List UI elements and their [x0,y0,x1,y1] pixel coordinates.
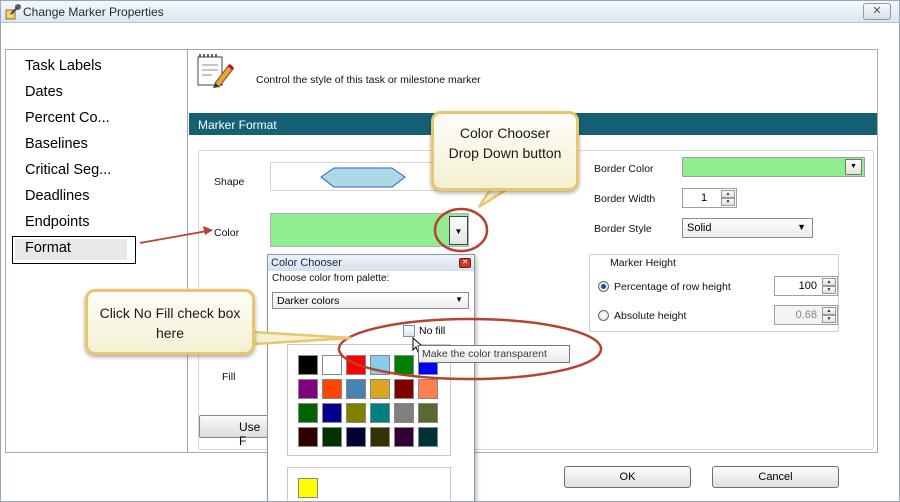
dialog-window: Change Marker Properties ✕ Task Labels D… [0,0,900,502]
border-color-label: Border Color [594,163,654,175]
window-close-button[interactable]: ✕ [863,3,891,20]
use-button-label: Use F [239,420,261,448]
no-fill-checkbox[interactable] [403,325,415,337]
chevron-down-icon[interactable]: ▼ [721,198,735,206]
title-bar: Change Marker Properties ✕ [1,1,899,23]
color-swatch[interactable] [370,379,390,399]
chevron-up-icon[interactable]: ▲ [822,307,836,315]
palette-select-value: Darker colors [277,295,340,307]
color-swatch[interactable] [394,403,414,423]
close-icon[interactable]: ✕ [459,258,471,268]
percentage-stepper[interactable]: 100 ▲ ▼ [774,276,838,296]
percentage-spin-buttons[interactable]: ▲ ▼ [822,278,836,294]
chevron-down-icon[interactable]: ▼ [822,286,836,294]
properties-wrench-icon [5,4,21,20]
border-width-value: 1 [701,192,708,204]
border-color-dropdown-button[interactable]: ▼ [845,159,862,175]
border-style-label: Border Style [594,223,652,235]
color-swatch[interactable] [298,427,318,447]
border-style-value: Solid [687,222,712,234]
sidebar-item-format[interactable]: Format [25,240,71,256]
sidebar-item-deadlines[interactable]: Deadlines [25,188,90,204]
no-fill-callout: Click No Fill check box here [85,289,255,355]
color-swatch[interactable] [322,403,342,423]
color-swatch[interactable] [394,355,414,375]
percentage-value: 100 [798,280,817,292]
color-swatch[interactable] [298,403,318,423]
color-swatch[interactable] [298,355,318,375]
border-width-spin-buttons[interactable]: ▲ ▼ [721,190,735,206]
palette-select[interactable]: Darker colors ▼ [272,292,469,309]
window-title: Change Marker Properties [23,5,164,19]
color-swatch[interactable] [370,427,390,447]
notepad-pencil-icon [197,54,235,88]
sidebar: Task Labels Dates Percent Co... Baseline… [5,49,188,453]
border-width-label: Border Width [594,193,656,205]
sidebar-item-baselines[interactable]: Baselines [25,136,88,152]
hexagon-shape-icon [320,167,406,188]
color-chooser-subtitle: Choose color from palette: [272,273,390,284]
custom-color-swatch[interactable] [298,478,318,498]
custom-color-palette [287,467,451,501]
color-swatch[interactable] [298,379,318,399]
color-swatch[interactable] [394,427,414,447]
shape-label: Shape [214,176,245,188]
color-swatch[interactable] [346,379,366,399]
absolute-radio[interactable] [598,310,609,321]
color-swatch[interactable] [418,379,438,399]
color-swatch[interactable] [370,403,390,423]
page-description: Control the style of this task or milest… [256,74,481,86]
shape-selector[interactable] [270,162,454,191]
cancel-button[interactable]: Cancel [712,466,839,488]
use-button[interactable]: Use F [199,415,269,448]
absolute-stepper[interactable]: 0.68 ▲ ▼ [774,305,838,325]
no-fill-callout-text: Click No Fill check box here [99,305,241,341]
color-swatch[interactable] [322,379,342,399]
color-chooser-callout: Color Chooser Drop Down button [431,111,579,191]
color-swatch[interactable] [322,427,342,447]
color-swatch[interactable] [418,427,438,447]
chevron-down-icon: ▼ [797,222,806,232]
chevron-down-icon: ▼ [455,295,463,304]
chevron-up-icon[interactable]: ▲ [721,190,735,198]
no-fill-label: No fill [419,325,446,337]
chevron-down-icon[interactable]: ▼ [822,315,836,323]
border-style-select[interactable]: Solid ▼ [682,218,813,238]
color-chooser-title: Color Chooser [271,257,342,269]
color-chooser-callout-text: Color Chooser Drop Down button [448,125,562,161]
no-fill-tooltip: Make the color transparent [418,345,570,363]
absolute-label: Absolute height [614,310,687,322]
absolute-spin-buttons[interactable]: ▲ ▼ [822,307,836,323]
color-dropdown-button[interactable]: ▼ [449,216,468,245]
absolute-value: 0.68 [795,309,817,321]
color-swatch[interactable] [346,355,366,375]
color-label: Color [214,227,240,239]
border-color-field[interactable] [682,157,865,177]
sidebar-item-dates[interactable]: Dates [25,84,63,100]
ok-button[interactable]: OK [564,466,691,488]
color-swatch[interactable] [322,355,342,375]
color-chooser-title-bar: Color Chooser ✕ [268,255,474,271]
sidebar-item-critical-segments[interactable]: Critical Seg... [25,162,111,178]
color-swatch[interactable] [346,403,366,423]
sidebar-item-percent-complete[interactable]: Percent Co... [25,110,110,126]
sidebar-item-task-labels[interactable]: Task Labels [25,58,102,74]
percentage-label: Percentage of row height [614,281,731,293]
color-swatch[interactable] [394,379,414,399]
color-swatch[interactable] [418,403,438,423]
marker-height-title: Marker Height [610,257,676,269]
percentage-radio[interactable] [598,281,609,292]
sidebar-item-endpoints[interactable]: Endpoints [25,214,90,230]
color-swatch[interactable] [346,427,366,447]
color-swatch[interactable] [370,355,390,375]
color-field[interactable] [270,213,469,247]
section-title: Marker Format [198,118,277,132]
border-width-stepper[interactable]: 1 ▲ ▼ [682,188,737,208]
chevron-up-icon[interactable]: ▲ [822,278,836,286]
fill-label: Fill [222,371,236,383]
